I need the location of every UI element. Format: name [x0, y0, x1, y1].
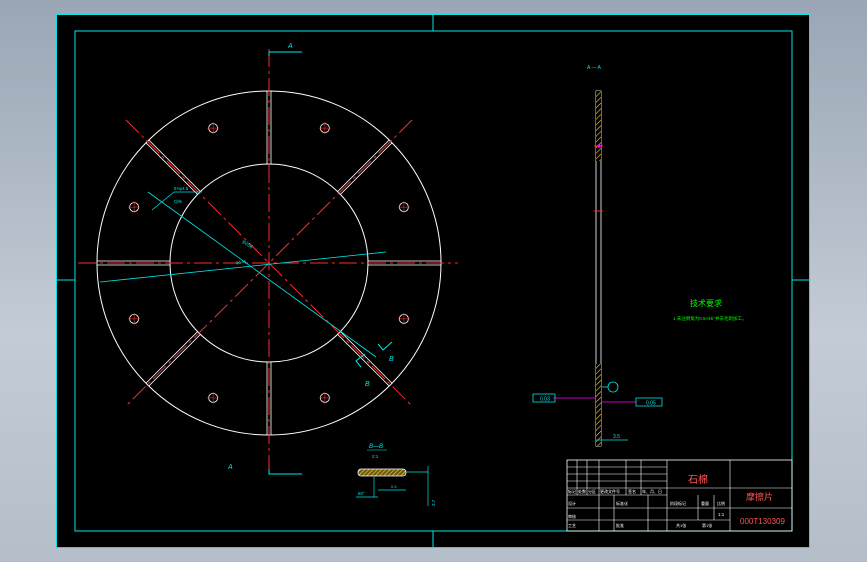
- drawing-number-text: 000T130309: [740, 517, 785, 526]
- row-label-4: 更改文件号: [600, 488, 620, 494]
- scale-value: 1:1: [718, 512, 725, 517]
- part-name-text: 摩擦片: [746, 491, 773, 502]
- design-label: 设计: [568, 500, 576, 506]
- section-view: A — A 0.03 0.05 3.5: [532, 65, 663, 447]
- slot-edge: [340, 142, 393, 195]
- review-label: 审核: [568, 513, 576, 519]
- detail-angle: 60°: [358, 491, 365, 496]
- outer-frame: [56, 14, 810, 548]
- detail-dim-value: 3.7: [431, 499, 436, 506]
- inner-dia-dimension-line: [99, 251, 387, 283]
- std-label: 标准化: [616, 500, 628, 506]
- hole-leader: [151, 191, 175, 211]
- section-letter-top: A: [287, 43, 293, 50]
- notes-line-1: 1.未注倒角为0.5×45°并去毛刺加工。: [673, 315, 746, 322]
- slot-edge: [148, 334, 201, 387]
- material-text: 石棉: [688, 473, 708, 486]
- section-marker-bottom: [268, 469, 302, 475]
- parallel-value: 0.05: [646, 401, 656, 407]
- detail-label: B—B: [369, 444, 383, 450]
- outer-dia-dimension-line: [147, 191, 377, 358]
- datum-circle: [607, 381, 619, 393]
- detail-view: B—B 2:1 3.7 60° 0.5: [356, 444, 436, 506]
- row-label-2: 处数: [578, 488, 586, 494]
- stage-label: 阶段标记: [670, 500, 686, 506]
- technical-notes: 技术要求 1.未注倒角为0.5×45°并去毛刺加工。: [673, 298, 746, 322]
- slot-edge: [145, 331, 198, 384]
- outer-dia-label: φ256: [241, 239, 254, 251]
- row-label-5: 签名: [628, 488, 636, 494]
- detail-profile: [357, 468, 407, 477]
- section-hatch-top: [596, 91, 601, 161]
- hole-callout: 8×φ4.5: [174, 186, 189, 191]
- slot-edge: [337, 139, 390, 192]
- section-letter-bottom: A: [227, 464, 233, 471]
- sheet-number: 第1张: [702, 522, 712, 528]
- flatness-value: 0.03: [540, 397, 550, 403]
- slot-edge: [148, 139, 201, 192]
- cut-letter-b1: B: [389, 356, 394, 363]
- cad-drawing: A A 8×φ4.5 均布 φ256 φ145 B B A — A 0.03 0…: [56, 14, 810, 548]
- section-marker-top: [268, 51, 302, 56]
- detail-depth: 0.5: [391, 484, 397, 489]
- section-view-label: A — A: [587, 65, 602, 71]
- slot-edge: [340, 331, 393, 384]
- cut-marker-b1: [377, 341, 393, 351]
- notes-title: 技术要求: [690, 298, 722, 308]
- hole-callout-sub: 均布: [174, 198, 182, 204]
- disc-view: A A 8×φ4.5 均布 φ256 φ145 B B: [78, 43, 458, 475]
- cut-letter-b2: B: [365, 381, 370, 388]
- section-hatch-bottom: [596, 364, 601, 446]
- weight-label: 重量: [701, 500, 709, 506]
- section-magenta-mark: [597, 144, 601, 148]
- row-label-1: 标记: [568, 488, 576, 494]
- row-label-6: 年、月、日: [642, 488, 662, 494]
- detail-scale: 2:1: [372, 454, 379, 459]
- scale-label: 比例: [717, 500, 725, 506]
- drawing-canvas: A A 8×φ4.5 均布 φ256 φ145 B B A — A 0.03 0…: [56, 14, 810, 548]
- thickness-label: 3.5: [613, 434, 620, 440]
- inner-frame: [74, 30, 793, 532]
- inner-dia-label: φ145: [236, 259, 247, 265]
- row-label-3: 分区: [588, 488, 596, 494]
- process-label: 工艺: [568, 523, 576, 528]
- approve-label: 批准: [616, 522, 624, 528]
- sheets-total: 共1张: [676, 522, 686, 528]
- slot-edge: [337, 334, 390, 387]
- title-block: 石棉 摩擦片 000T130309 标记 处数 分区 更改文件号 签名 年、月、…: [566, 459, 793, 532]
- slot-edge: [145, 142, 198, 195]
